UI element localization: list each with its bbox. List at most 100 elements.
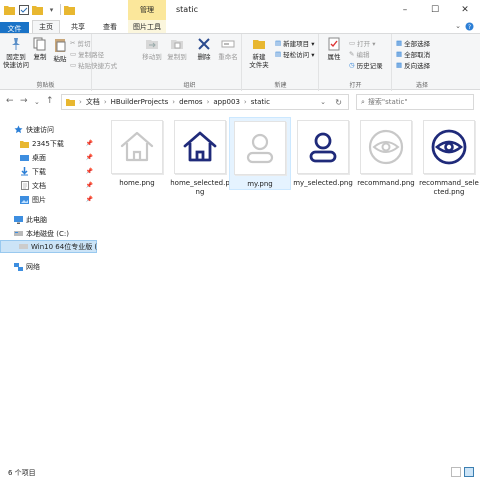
chevron-down-icon[interactable]: ⌄ bbox=[455, 22, 461, 33]
status-bar: 6 个项目 bbox=[0, 465, 480, 480]
file-name: home_selected.png bbox=[170, 179, 230, 196]
paste-shortcut-icon: ▭ bbox=[70, 61, 77, 69]
file-item[interactable]: home.png bbox=[106, 117, 168, 188]
pin-icon: 📌 bbox=[85, 168, 93, 175]
picture-icon bbox=[20, 195, 29, 204]
copy-button[interactable]: 复制 bbox=[30, 37, 50, 61]
pin-to-quick-access-button[interactable]: 固定到 快速访问 bbox=[3, 37, 29, 69]
network-icon bbox=[14, 262, 23, 271]
nav-item-quick-access[interactable]: 快速访问 bbox=[0, 123, 97, 136]
open-button[interactable]: ▭ 打开 ▾ bbox=[349, 38, 376, 48]
window-controls: – ☐ ✕ bbox=[390, 0, 480, 20]
user-outline-icon bbox=[246, 133, 274, 164]
rename-button[interactable]: 重命名 bbox=[217, 37, 239, 61]
move-to-button[interactable]: 移动到 bbox=[141, 37, 163, 61]
copy-to-button[interactable]: 复制到 bbox=[166, 37, 188, 61]
chevron-down-icon[interactable]: ▾ bbox=[46, 4, 57, 15]
tab-picture-tools[interactable]: 图片工具 bbox=[128, 20, 166, 33]
ribbon-right-controls: ⌄ ? bbox=[455, 22, 474, 33]
nav-item-documents[interactable]: 文档 📌 bbox=[0, 179, 97, 192]
eye-filled-icon bbox=[431, 129, 467, 165]
thumbnail bbox=[293, 117, 353, 177]
edit-button[interactable]: ✎ 编辑 bbox=[349, 49, 369, 59]
nav-item-downloads[interactable]: 下载 📌 bbox=[0, 165, 97, 178]
refresh-icon[interactable]: ↻ bbox=[335, 98, 342, 107]
breadcrumb-item[interactable]: static bbox=[251, 98, 270, 106]
easy-access-button[interactable]: ▤ 轻松访问 ▾ bbox=[275, 49, 315, 59]
close-button[interactable]: ✕ bbox=[450, 0, 480, 20]
new-item-button[interactable]: ▤ 新建项目 ▾ bbox=[275, 38, 315, 48]
nav-item-local-disk[interactable]: 本地磁盘 (C:) bbox=[0, 227, 97, 240]
window-title: static bbox=[176, 5, 198, 14]
paste-button[interactable]: 粘贴 bbox=[50, 37, 70, 63]
large-icons-view-button[interactable] bbox=[464, 467, 474, 477]
file-item[interactable]: recommand.png bbox=[355, 117, 417, 188]
breadcrumb-item[interactable]: app003 bbox=[213, 98, 240, 106]
tab-home[interactable]: 主页 bbox=[32, 20, 60, 33]
address-path[interactable]: › 文档 › HBuilderProjects › demos › app003… bbox=[61, 94, 349, 110]
nav-item-network[interactable]: 网络 bbox=[0, 260, 97, 273]
file-name: recommand.png bbox=[357, 179, 415, 187]
breadcrumb-separator: › bbox=[172, 98, 176, 106]
checkbox-icon[interactable] bbox=[18, 4, 29, 15]
new-item-icon: ▤ bbox=[275, 39, 282, 47]
details-view-button[interactable] bbox=[451, 467, 461, 477]
minimize-button[interactable]: – bbox=[390, 0, 420, 20]
title-bar: ▾ 管理 static – ☐ ✕ bbox=[0, 0, 480, 20]
computer-icon bbox=[14, 215, 23, 224]
file-item[interactable]: home_selected.png bbox=[169, 117, 231, 197]
nav-item-this-pc[interactable]: 此电脑 bbox=[0, 213, 97, 226]
back-arrow-icon[interactable]: ← bbox=[6, 96, 14, 106]
nav-item-pictures[interactable]: 图片 📌 bbox=[0, 193, 97, 206]
maximize-button[interactable]: ☐ bbox=[420, 0, 450, 20]
delete-icon bbox=[198, 38, 210, 50]
folder-icon[interactable] bbox=[4, 4, 15, 15]
history-button[interactable]: ◷ 历史记录 bbox=[349, 60, 383, 70]
move-to-icon bbox=[146, 40, 158, 49]
history-icon: ◷ bbox=[349, 61, 355, 69]
select-none-button[interactable]: ▦ 全部取消 bbox=[396, 49, 430, 59]
chevron-down-icon[interactable]: ⌄ bbox=[320, 98, 326, 106]
new-folder-button[interactable]: 新建 文件夹 bbox=[246, 37, 272, 69]
group-label-organize: 组织 bbox=[183, 82, 196, 89]
select-all-button[interactable]: ▦ 全部选择 bbox=[396, 38, 430, 48]
paste-shortcut-button[interactable]: ▭ 粘贴快捷方式 bbox=[70, 60, 117, 70]
star-icon bbox=[14, 125, 23, 134]
home-outline-icon bbox=[120, 131, 154, 162]
tab-view[interactable]: 查看 bbox=[96, 20, 124, 33]
properties-button[interactable]: 属性 bbox=[323, 37, 345, 61]
file-item[interactable]: my.png bbox=[229, 117, 291, 190]
svg-text:?: ? bbox=[468, 24, 471, 31]
breadcrumb-item[interactable]: HBuilderProjects bbox=[111, 98, 169, 106]
forward-arrow-icon[interactable]: → bbox=[20, 96, 28, 106]
home-filled-icon bbox=[183, 131, 217, 162]
breadcrumb-item[interactable]: demos bbox=[179, 98, 203, 106]
thumbnail bbox=[170, 117, 230, 177]
context-tab-manage[interactable]: 管理 bbox=[128, 0, 166, 20]
copy-path-icon: ▭ bbox=[70, 50, 77, 58]
open-icon: ▭ bbox=[349, 39, 356, 47]
help-icon[interactable]: ? bbox=[465, 22, 474, 33]
delete-button[interactable]: 删除 bbox=[193, 37, 215, 61]
file-item[interactable]: my_selected.png bbox=[292, 117, 354, 188]
nav-item-desktop[interactable]: 桌面 📌 bbox=[0, 151, 97, 164]
desktop-icon bbox=[20, 153, 29, 162]
new-folder-icon[interactable] bbox=[32, 4, 43, 15]
tab-share[interactable]: 共享 bbox=[64, 20, 92, 33]
search-input[interactable]: ⌕ 搜索"static" bbox=[356, 94, 474, 110]
invert-selection-button[interactable]: ▦ 反向选择 bbox=[396, 60, 430, 70]
folder-icon bbox=[66, 99, 75, 106]
ribbon-tabs: 文件 主页 共享 查看 图片工具 ⌄ ? bbox=[0, 20, 480, 35]
cut-button[interactable]: ✂ 剪切 bbox=[70, 38, 90, 48]
group-label-new: 新建 bbox=[274, 82, 287, 89]
up-arrow-icon[interactable]: ↑ bbox=[46, 96, 54, 106]
recent-locations-icon[interactable]: ⌄ bbox=[34, 98, 40, 106]
copy-path-button[interactable]: ▭ 复制路径 bbox=[70, 49, 104, 59]
nav-item-win10[interactable]: Win10 64位专业版 ( bbox=[0, 240, 97, 253]
search-icon: ⌕ bbox=[361, 97, 365, 106]
nav-item-2345-downloads[interactable]: 2345下载 📌 bbox=[0, 137, 97, 150]
file-name: recommand_selected.png bbox=[419, 179, 479, 196]
breadcrumb-item[interactable]: 文档 bbox=[86, 97, 100, 107]
easy-access-icon: ▤ bbox=[275, 50, 282, 58]
file-item[interactable]: recommand_selected.png bbox=[418, 117, 480, 197]
